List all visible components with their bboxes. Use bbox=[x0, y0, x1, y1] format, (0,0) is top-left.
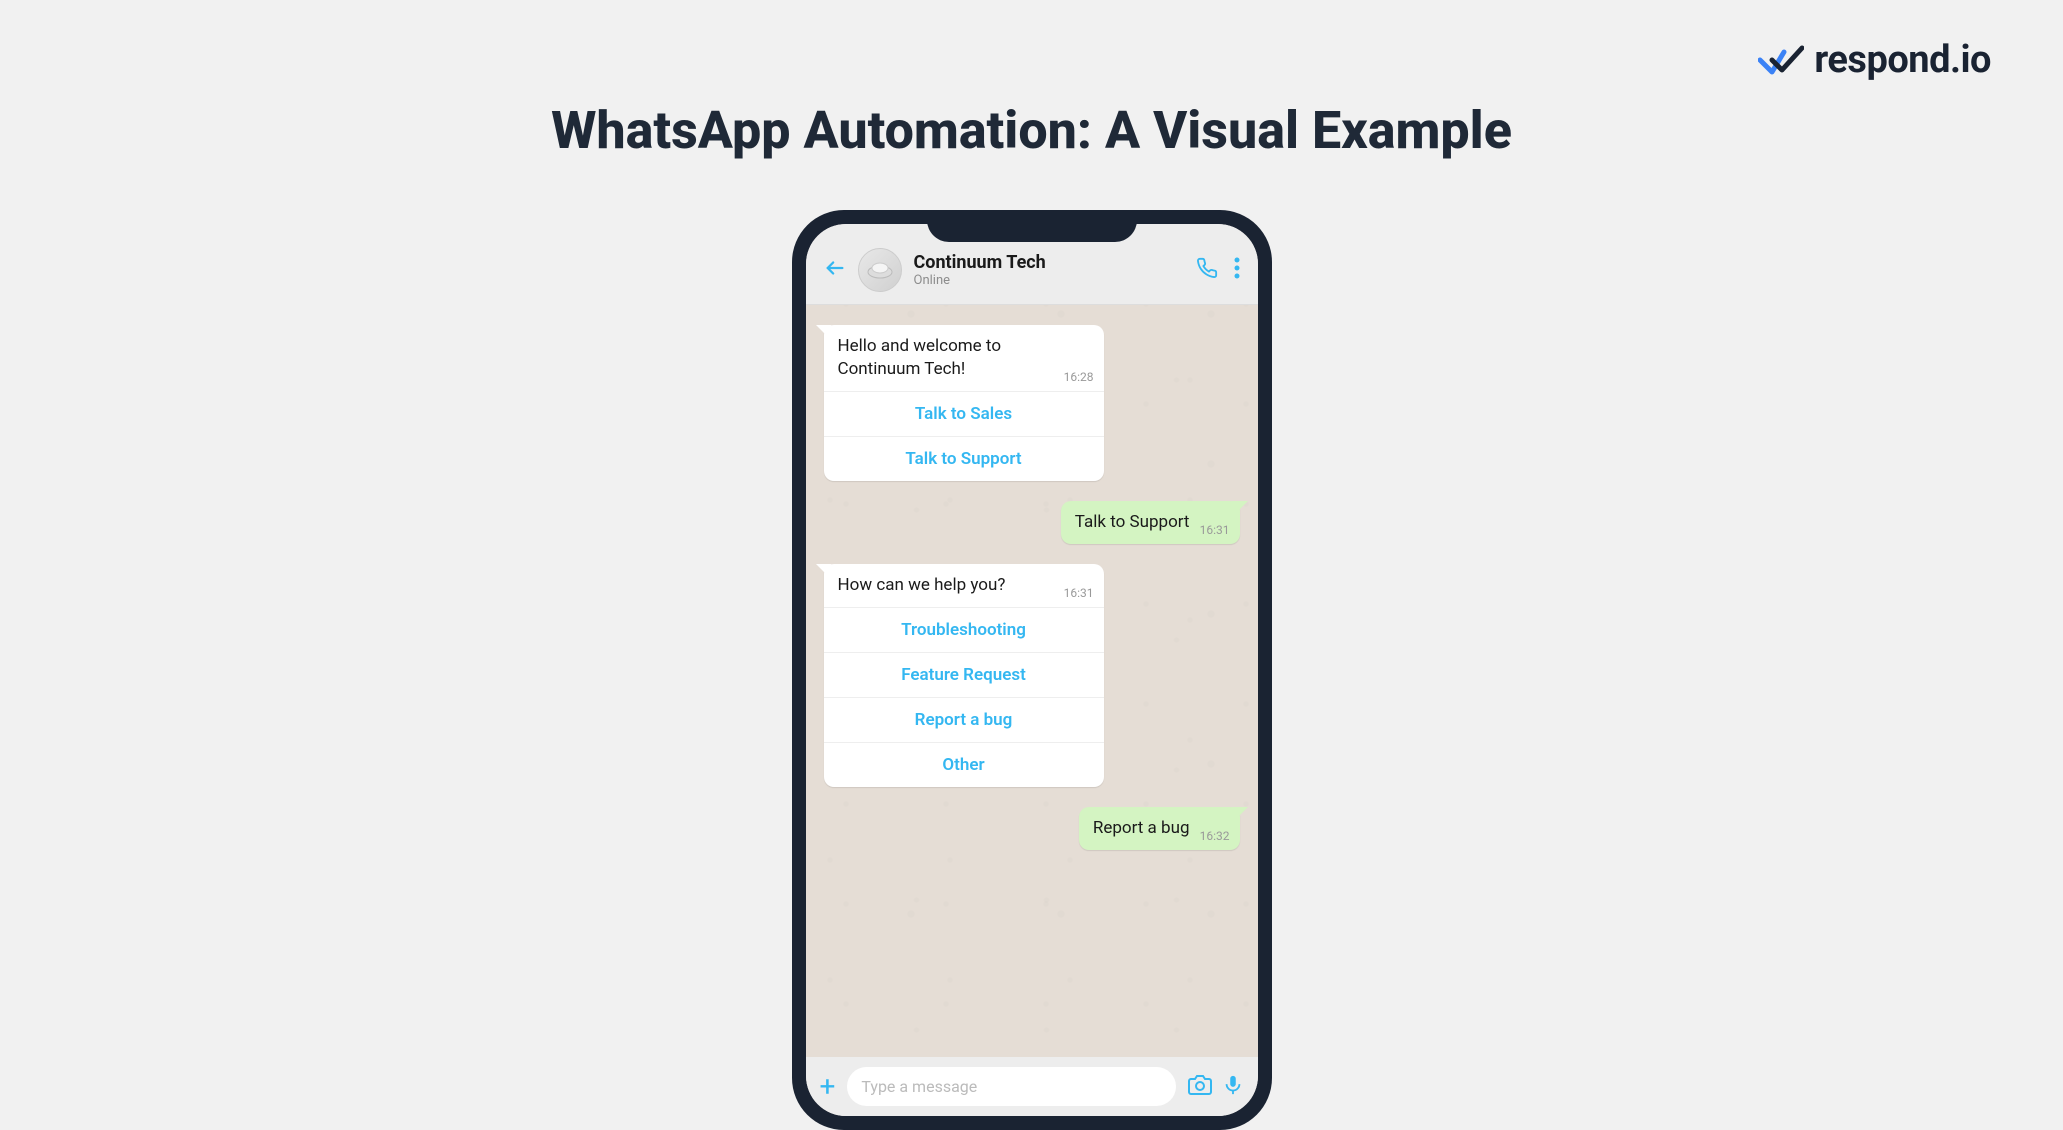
contact-info[interactable]: Continuum Tech Online bbox=[914, 252, 1184, 288]
phone-frame: Continuum Tech Online Hello and welcome … bbox=[792, 210, 1272, 1130]
page-title: WhatsApp Automation: A Visual Example bbox=[0, 100, 2063, 161]
quick-reply-button[interactable]: Other bbox=[824, 742, 1104, 787]
quick-reply-button[interactable]: Report a bug bbox=[824, 697, 1104, 742]
contact-name: Continuum Tech bbox=[914, 252, 1184, 273]
brand-logo: respond.io bbox=[1758, 38, 1991, 82]
call-icon[interactable] bbox=[1196, 257, 1218, 283]
quick-reply-button[interactable]: Troubleshooting bbox=[824, 608, 1104, 652]
outgoing-message: Report a bug 16:32 bbox=[1079, 807, 1240, 850]
message-time: 16:28 bbox=[1064, 369, 1094, 385]
respond-logo-icon bbox=[1758, 44, 1804, 76]
message-text: How can we help you? 16:31 bbox=[824, 564, 1104, 607]
message-input[interactable]: Type a message bbox=[847, 1067, 1175, 1106]
quick-reply-button[interactable]: Talk to Support bbox=[824, 436, 1104, 481]
more-icon[interactable] bbox=[1234, 257, 1240, 283]
quick-reply-button[interactable]: Talk to Sales bbox=[824, 392, 1104, 436]
input-actions bbox=[1188, 1073, 1244, 1101]
camera-icon[interactable] bbox=[1188, 1073, 1212, 1101]
phone-screen: Continuum Tech Online Hello and welcome … bbox=[806, 224, 1258, 1116]
message-text: Report a bug 16:32 bbox=[1079, 807, 1240, 850]
message-time: 16:32 bbox=[1200, 828, 1230, 844]
mic-icon[interactable] bbox=[1222, 1074, 1244, 1100]
incoming-message: How can we help you? 16:31 Troubleshooti… bbox=[824, 564, 1104, 787]
contact-status: Online bbox=[914, 273, 1184, 288]
input-bar: + Type a message bbox=[806, 1057, 1258, 1116]
message-time: 16:31 bbox=[1200, 522, 1230, 538]
back-icon[interactable] bbox=[824, 257, 846, 284]
chat-body: Hello and welcome to Continuum Tech! 16:… bbox=[806, 305, 1258, 1057]
attach-icon[interactable]: + bbox=[820, 1073, 836, 1101]
quick-reply-button[interactable]: Feature Request bbox=[824, 652, 1104, 697]
phone-notch bbox=[927, 210, 1137, 242]
quick-reply-buttons: Troubleshooting Feature Request Report a… bbox=[824, 607, 1104, 787]
message-time: 16:31 bbox=[1064, 585, 1094, 601]
message-text: Hello and welcome to Continuum Tech! 16:… bbox=[824, 325, 1104, 391]
quick-reply-buttons: Talk to Sales Talk to Support bbox=[824, 391, 1104, 481]
contact-avatar[interactable] bbox=[858, 248, 902, 292]
header-actions bbox=[1196, 257, 1240, 283]
incoming-message: Hello and welcome to Continuum Tech! 16:… bbox=[824, 325, 1104, 481]
message-text: Talk to Support 16:31 bbox=[1061, 501, 1240, 544]
brand-name: respond.io bbox=[1814, 38, 1991, 82]
outgoing-message: Talk to Support 16:31 bbox=[1061, 501, 1240, 544]
